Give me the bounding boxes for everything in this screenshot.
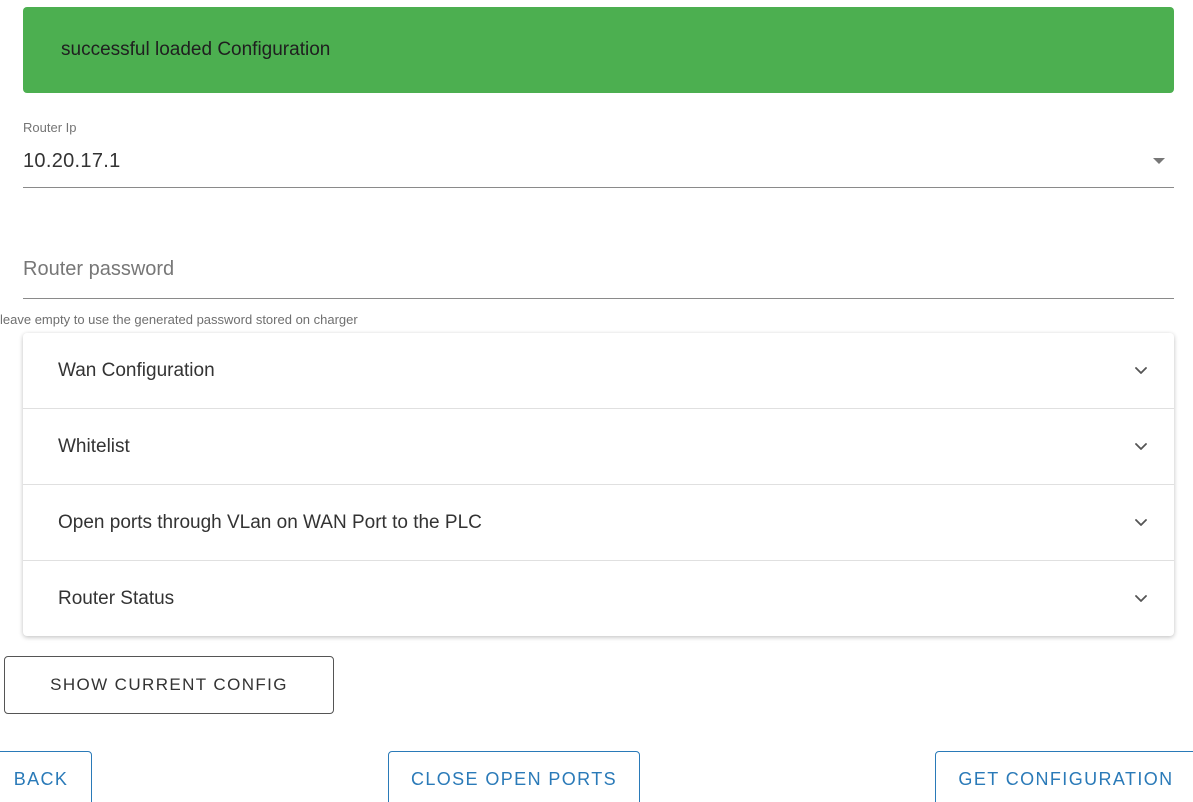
router-config-page: successful loaded Configuration Router I… <box>0 0 1193 802</box>
chevron-down-icon[interactable] <box>1133 362 1149 378</box>
accordion-item-label: Router Status <box>58 587 175 609</box>
accordion-item-whitelist[interactable]: Whitelist <box>23 409 1174 485</box>
router-ip-select[interactable]: Router Ip 10.20.17.1 <box>23 112 1174 188</box>
chevron-down-icon[interactable] <box>1133 590 1149 606</box>
accordion-item-label: Wan Configuration <box>58 359 215 381</box>
show-current-config-button[interactable]: SHOW CURRENT CONFIG <box>4 656 334 714</box>
router-ip-label: Router Ip <box>23 120 77 135</box>
success-alert-message: successful loaded Configuration <box>61 39 331 60</box>
router-password-helper: leave empty to use the generated passwor… <box>0 312 358 327</box>
chevron-down-icon[interactable] <box>1133 514 1149 530</box>
back-button[interactable]: BACK <box>0 751 92 802</box>
accordion-item-router-status[interactable]: Router Status <box>23 561 1174 636</box>
accordion-item-label: Whitelist <box>58 435 130 457</box>
router-password-input[interactable] <box>23 258 1123 281</box>
chevron-down-icon[interactable] <box>1133 438 1149 454</box>
config-accordion: Wan Configuration Whitelist Open ports t… <box>23 333 1174 636</box>
close-open-ports-button[interactable]: CLOSE OPEN PORTS <box>388 751 640 802</box>
accordion-item-label: Open ports through VLan on WAN Port to t… <box>58 511 482 533</box>
caret-down-icon[interactable] <box>1153 158 1165 164</box>
get-configuration-button[interactable]: GET CONFIGURATION <box>935 751 1193 802</box>
accordion-item-open-ports[interactable]: Open ports through VLan on WAN Port to t… <box>23 485 1174 561</box>
success-alert: successful loaded Configuration <box>23 7 1174 93</box>
accordion-item-wan-configuration[interactable]: Wan Configuration <box>23 333 1174 409</box>
router-ip-value: 10.20.17.1 <box>23 150 121 172</box>
router-password-field <box>23 240 1174 299</box>
